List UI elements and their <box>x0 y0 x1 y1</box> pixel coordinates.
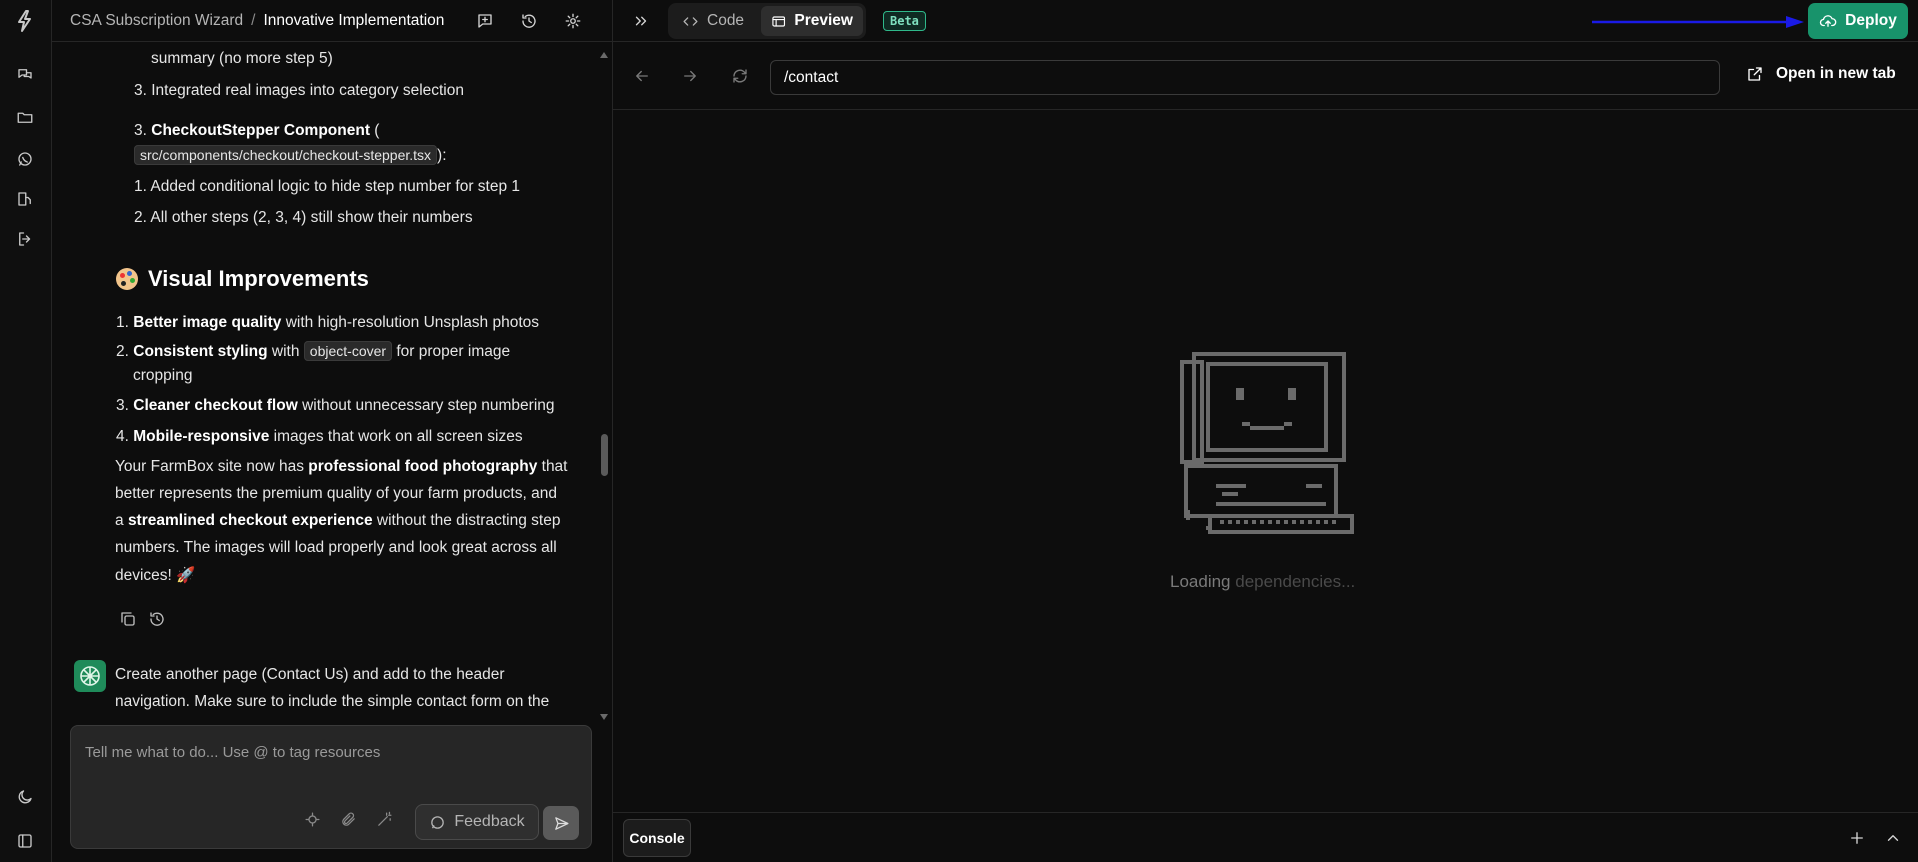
tab-code-label: Code <box>707 12 745 29</box>
send-icon <box>554 816 569 830</box>
scroll-down-arrow[interactable] <box>600 714 608 720</box>
theme-toggle-icon[interactable] <box>14 786 36 808</box>
list-item: 1. Added conditional logic to hide step … <box>134 178 521 195</box>
magic-wand-icon[interactable] <box>373 808 395 830</box>
left-rail <box>0 0 52 862</box>
list-item: 2. Consistent styling with object-cover … <box>116 341 511 361</box>
breadcrumb-separator: / <box>251 12 256 29</box>
user-message-line: Create another page (Contact Us) and add… <box>115 666 505 683</box>
paragraph-line: better represents the premium quality of… <box>115 485 557 502</box>
section-heading: Visual Improvements <box>116 266 369 292</box>
tab-preview[interactable]: Preview <box>761 6 863 36</box>
list-item: 3. Integrated real images into category … <box>134 82 464 99</box>
view-tabs: Code Preview <box>668 3 866 39</box>
chat-line: summary (no more step 5) <box>151 50 333 67</box>
console-bar: Console <box>613 812 1918 862</box>
new-chat-icon[interactable] <box>474 10 496 32</box>
feedback-label: Feedback <box>454 813 525 830</box>
chat-title[interactable]: Innovative Implementation <box>263 12 444 29</box>
inline-code: object-cover <box>303 341 393 361</box>
paragraph-line: a streamlined checkout experience withou… <box>115 512 561 529</box>
deploy-label: Deploy <box>1845 12 1897 29</box>
database-icon[interactable] <box>14 188 36 210</box>
list-item: src/components/checkout/checkout-stepper… <box>134 145 447 165</box>
avatar <box>74 660 106 692</box>
paragraph-line: Your FarmBox site now has professional f… <box>115 458 568 475</box>
inline-code: src/components/checkout/checkout-stepper… <box>134 145 438 165</box>
paragraph-line: numbers. The images will load properly a… <box>115 539 557 556</box>
sidebar-toggle-icon[interactable] <box>14 830 36 852</box>
list-item: 3. Cleaner checkout flow without unneces… <box>116 397 555 414</box>
expand-panel-icon[interactable] <box>630 10 652 32</box>
chevron-up-icon[interactable] <box>1882 827 1904 849</box>
code-icon <box>683 16 698 26</box>
scroll-up-arrow[interactable] <box>600 52 608 58</box>
settings-icon[interactable] <box>562 10 584 32</box>
target-icon[interactable] <box>301 808 323 830</box>
loading-status: Loading dependencies... <box>1170 572 1356 591</box>
url-input[interactable]: /contact <box>770 60 1720 95</box>
plus-icon[interactable] <box>1846 827 1868 849</box>
palette-icon <box>116 268 138 290</box>
console-button[interactable]: Console <box>623 819 691 857</box>
chat-scrollbar[interactable] <box>601 434 608 476</box>
breadcrumb: CSA Subscription Wizard / Innovative Imple… <box>70 12 444 30</box>
whatsapp-icon[interactable] <box>14 148 36 170</box>
preview-toolbar: /contact Open in new tab <box>613 42 1918 110</box>
tab-preview-label: Preview <box>794 12 853 29</box>
annotation-arrow <box>1592 16 1804 28</box>
chat-composer[interactable]: Tell me what to do... Use @ to tag resou… <box>70 725 592 849</box>
list-item: 1. Better image quality with high-resolu… <box>116 314 540 331</box>
cloud-upload-icon <box>1820 15 1837 27</box>
prompt-input-placeholder[interactable]: Tell me what to do... Use @ to tag resou… <box>85 744 380 761</box>
attach-icon[interactable] <box>337 808 359 830</box>
browser-icon <box>772 15 786 27</box>
app-window: CSA Subscription Wizard / Innovative Imple… <box>0 0 1918 862</box>
feedback-button[interactable]: Feedback <box>415 804 539 840</box>
chats-icon[interactable] <box>14 64 36 86</box>
panel-divider[interactable] <box>612 0 613 862</box>
history-icon[interactable] <box>518 10 540 32</box>
open-in-new-tab-label: Open in new tab <box>1776 65 1896 82</box>
deploy-button[interactable]: Deploy <box>1808 3 1908 39</box>
copy-icon[interactable] <box>119 610 139 630</box>
beta-badge: Beta <box>883 11 926 31</box>
project-name[interactable]: CSA Subscription Wizard <box>70 12 243 29</box>
open-in-new-tab-button[interactable]: Open in new tab <box>1746 65 1896 83</box>
list-item: 3. CheckoutStepper Component ( <box>134 122 380 139</box>
folder-icon[interactable] <box>14 106 36 128</box>
back-arrow-icon[interactable] <box>631 65 653 87</box>
forward-arrow-icon[interactable] <box>679 65 701 87</box>
list-item-continuation: cropping <box>133 367 193 384</box>
chat-panel: summary (no more step 5) 3. Integrated r… <box>52 42 612 722</box>
feedback-icon <box>431 815 445 829</box>
send-button[interactable] <box>543 806 579 840</box>
external-link-icon <box>1748 67 1762 81</box>
paragraph-line: devices! 🚀 <box>115 567 196 584</box>
logo-icon[interactable] <box>12 8 38 34</box>
logout-icon[interactable] <box>14 228 36 250</box>
retro-computer-icon <box>1180 352 1354 534</box>
list-item: 2. All other steps (2, 3, 4) still show … <box>134 209 473 226</box>
restore-icon[interactable] <box>148 610 168 630</box>
user-message-line: navigation. Make sure to include the sim… <box>115 693 550 710</box>
list-item: 4. Mobile-responsive images that work on… <box>116 428 523 445</box>
tab-code[interactable]: Code <box>672 6 754 36</box>
refresh-icon[interactable] <box>729 65 751 87</box>
